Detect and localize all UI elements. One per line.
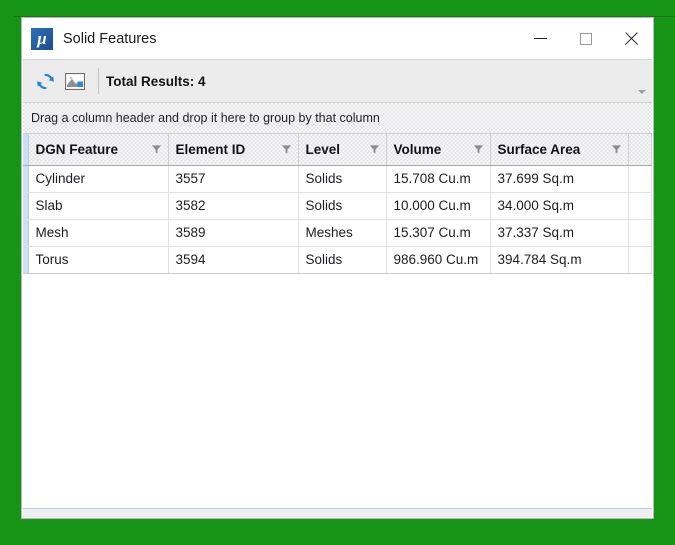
cell-surface-area[interactable]: 37.699 Sq.m (490, 165, 629, 193)
column-header-dgn-feature[interactable]: DGN Feature (28, 134, 169, 166)
title-bar[interactable]: μ Solid Features (22, 18, 653, 59)
chevron-down-icon (638, 90, 646, 94)
cell-dgn-feature[interactable]: Torus (28, 246, 169, 274)
cell-dgn-feature[interactable]: Slab (28, 192, 169, 220)
maximize-button[interactable] (563, 18, 608, 59)
table-header: DGN Feature Element ID Level Volume Surf… (23, 134, 652, 166)
grid-empty-indicator (23, 273, 28, 507)
status-bar (23, 508, 652, 517)
cell-surface-area[interactable]: 37.337 Sq.m (490, 219, 629, 247)
minimize-icon (534, 38, 547, 39)
results-grid: DGN Feature Element ID Level Volume Surf… (23, 134, 652, 507)
minimize-button[interactable] (518, 18, 563, 59)
table-body: Cylinder 3557 Solids 15.708 Cu.m 37.699 Sq.m… (23, 165, 652, 274)
cell-extra[interactable] (628, 219, 652, 247)
cell-volume[interactable]: 986.960 Cu.m (386, 246, 491, 274)
cell-volume[interactable]: 15.708 Cu.m (386, 165, 491, 193)
cell-extra[interactable] (628, 246, 652, 274)
refresh-icon (36, 73, 54, 89)
column-header-label: Volume (393, 141, 442, 157)
column-header-level[interactable]: Level (298, 134, 387, 166)
table-row[interactable]: Slab 3582 Solids 10.000 Cu.m 34.000 Sq.m (23, 192, 652, 220)
window-controls (518, 18, 653, 59)
toolbar-overflow-button[interactable] (636, 86, 648, 98)
column-header-surface-area[interactable]: Surface Area (490, 134, 629, 166)
export-image-icon (65, 72, 85, 90)
group-by-hint: Drag a column header and drop it here to… (31, 111, 380, 125)
cell-surface-area[interactable]: 34.000 Sq.m (490, 192, 629, 220)
cell-extra[interactable] (628, 192, 652, 220)
cell-level[interactable]: Solids (298, 165, 387, 193)
cell-element-id[interactable]: 3594 (168, 246, 299, 274)
cell-level[interactable]: Solids (298, 192, 387, 220)
microstation-mu-icon: μ (31, 27, 53, 50)
toolbar: Total Results: 4 (23, 59, 652, 103)
grid-empty-space (23, 273, 652, 507)
table-row[interactable]: Mesh 3589 Meshes 15.307 Cu.m 37.337 Sq.m (23, 219, 652, 247)
cell-dgn-feature[interactable]: Cylinder (28, 165, 169, 193)
table-row[interactable]: Cylinder 3557 Solids 15.708 Cu.m 37.699 Sq.m (23, 165, 652, 193)
column-header-label: DGN Feature (35, 141, 119, 157)
filter-funnel-icon[interactable] (151, 144, 162, 155)
results-table: DGN Feature Element ID Level Volume Surf… (23, 134, 652, 274)
cell-element-id[interactable]: 3589 (168, 219, 299, 247)
refresh-button[interactable] (30, 66, 60, 96)
total-results-label: Total Results: 4 (106, 73, 206, 89)
window-title: Solid Features (63, 30, 157, 47)
cell-dgn-feature[interactable]: Mesh (28, 219, 169, 247)
close-icon (623, 31, 639, 47)
solid-features-window: μ Solid Features Total Results: 4 Drag a… (21, 17, 654, 519)
cell-surface-area[interactable]: 394.784 Sq.m (490, 246, 629, 274)
cell-level[interactable]: Meshes (298, 219, 387, 247)
maximize-icon (579, 32, 592, 45)
cell-level[interactable]: Solids (298, 246, 387, 274)
column-header-volume[interactable]: Volume (386, 134, 491, 166)
column-header-label: Element ID (175, 141, 246, 157)
close-button[interactable] (608, 18, 653, 59)
column-header-label: Surface Area (497, 141, 581, 157)
table-row[interactable]: Torus 3594 Solids 986.960 Cu.m 394.784 Sq.m (23, 246, 652, 274)
filter-funnel-icon[interactable] (281, 144, 292, 155)
filter-funnel-icon[interactable] (611, 144, 622, 155)
cell-element-id[interactable]: 3557 (168, 165, 299, 193)
column-header-label: Level (305, 141, 341, 157)
cell-volume[interactable]: 15.307 Cu.m (386, 219, 491, 247)
column-header-filler (628, 134, 652, 166)
header-row: DGN Feature Element ID Level Volume Surf… (23, 134, 652, 166)
filter-funnel-icon[interactable] (473, 144, 484, 155)
filter-funnel-icon[interactable] (369, 144, 380, 155)
cell-volume[interactable]: 10.000 Cu.m (386, 192, 491, 220)
cell-element-id[interactable]: 3582 (168, 192, 299, 220)
cell-extra[interactable] (628, 165, 652, 193)
toolbar-separator (98, 68, 99, 94)
group-by-drop-area[interactable]: Drag a column header and drop it here to… (23, 103, 652, 134)
export-image-button[interactable] (60, 66, 90, 96)
column-header-element-id[interactable]: Element ID (168, 134, 299, 166)
